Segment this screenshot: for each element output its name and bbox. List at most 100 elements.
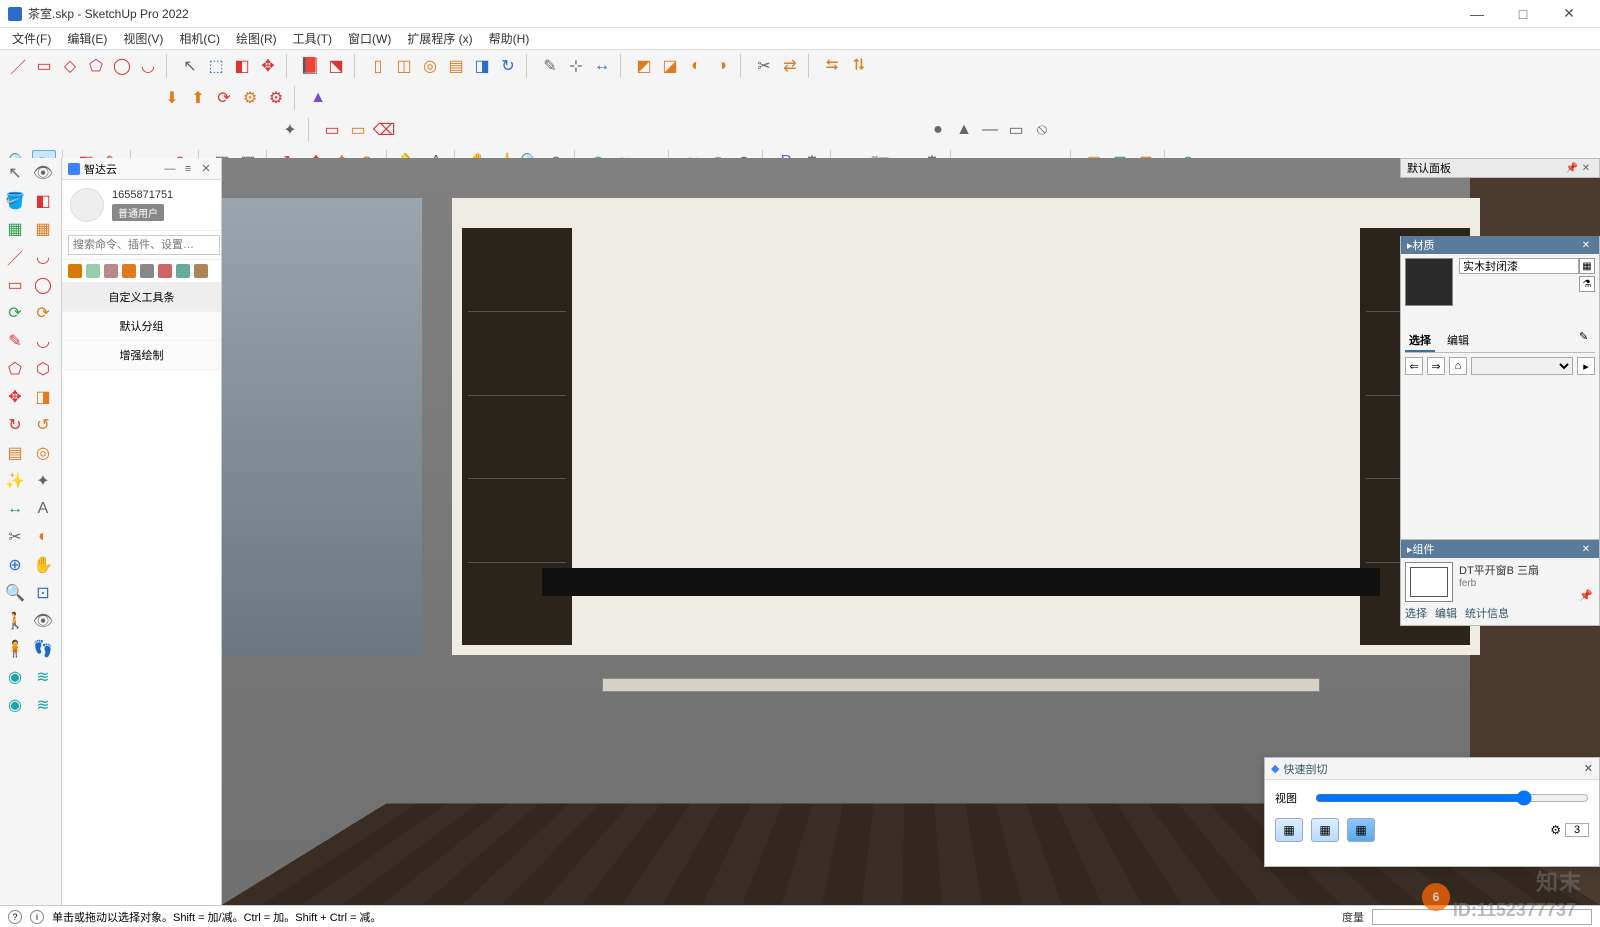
plugin-quick-1[interactable] <box>68 264 82 278</box>
left-shape2[interactable]: ▦ <box>30 216 56 242</box>
plugin-close-icon[interactable]: ✕ <box>197 162 215 175</box>
left-free[interactable]: ✎ <box>2 328 28 354</box>
section-gear-icon[interactable]: ⚙ <box>1550 823 1561 837</box>
measurement-input[interactable] <box>1372 909 1592 925</box>
pencil-free[interactable]: ✎ <box>538 54 562 78</box>
menu-camera[interactable]: 相机(C) <box>171 28 228 49</box>
material-create-icon[interactable]: ▦ <box>1579 258 1595 274</box>
left-ens1[interactable]: ◉ <box>2 664 28 690</box>
plugin-quick-8[interactable] <box>194 264 208 278</box>
gear2-tool[interactable]: ⚙ <box>264 86 288 110</box>
left-look[interactable]: 👁 <box>30 608 56 634</box>
left-zext[interactable]: ⊡ <box>30 580 56 606</box>
left-off[interactable]: ◎ <box>30 440 56 466</box>
left-scale[interactable]: ◨ <box>30 384 56 410</box>
plugin-quick-7[interactable] <box>176 264 190 278</box>
mirror-tool[interactable]: ⮁ <box>846 54 870 78</box>
left-orbit[interactable]: ⊕ <box>2 552 28 578</box>
left-pos2[interactable]: 👣 <box>30 636 56 662</box>
tray-close-icon[interactable]: ✕ <box>1579 163 1593 174</box>
components-tab-select[interactable]: 选择 <box>1405 605 1427 621</box>
tray-pin-icon[interactable]: 📌 <box>1565 163 1579 174</box>
left-cursor[interactable]: ↖ <box>2 160 28 186</box>
plugin-quick-3[interactable] <box>104 264 118 278</box>
walk-tool[interactable]: ◪ <box>658 54 682 78</box>
rectangle-tool[interactable]: ▭ <box>32 54 56 78</box>
followme-tool[interactable]: ▤ <box>444 54 468 78</box>
plugin-user[interactable]: 1655871751 普通用户 <box>62 180 221 231</box>
tape-tool[interactable]: 📕 <box>298 54 322 78</box>
left-dim[interactable]: ↔ <box>2 496 28 522</box>
edge-img[interactable]: ✂ <box>752 54 776 78</box>
section-count-input[interactable] <box>1565 823 1589 837</box>
plugin-list-item-1[interactable]: 自定义工具条 <box>62 283 221 312</box>
components-tab-stats[interactable]: 统计信息 <box>1465 605 1509 621</box>
components-panel-header[interactable]: ▸ 组件 ✕ <box>1401 540 1599 558</box>
left-shape[interactable]: ▦ <box>2 216 28 242</box>
left-ens3[interactable]: ◉ <box>2 692 28 718</box>
material-sample-icon[interactable]: ⚗ <box>1579 276 1595 292</box>
close-button[interactable]: ✕ <box>1546 0 1592 28</box>
left-rot4[interactable]: ↺ <box>30 412 56 438</box>
left-arc[interactable]: ◡ <box>30 244 56 270</box>
section-tool[interactable]: ◩ <box>632 54 656 78</box>
select-tool[interactable]: ↖ <box>178 54 202 78</box>
left-poly[interactable]: ⬠ <box>2 356 28 382</box>
component-pin-icon[interactable]: 📌 <box>1579 589 1595 605</box>
style-line[interactable]: — <box>978 118 1002 142</box>
arc-tool[interactable]: ◡ <box>136 54 160 78</box>
left-erase[interactable]: ◧ <box>30 188 56 214</box>
plugin-panel-header[interactable]: 智达云 — ≡ ✕ <box>62 158 221 180</box>
left-paint[interactable]: 🪣 <box>2 188 28 214</box>
menu-extensions[interactable]: 扩展程序 (x) <box>399 28 480 49</box>
menu-view[interactable]: 视图(V) <box>115 28 171 49</box>
plugin-menu-icon[interactable]: ≡ <box>179 163 197 175</box>
minimize-button[interactable]: — <box>1454 0 1500 28</box>
left-pos[interactable]: 🧍 <box>2 636 28 662</box>
offset-tool[interactable]: ◎ <box>418 54 442 78</box>
left-txt[interactable]: A <box>30 496 56 522</box>
plugin-list-item-3[interactable]: 增强绘制 <box>62 341 221 370</box>
edge-split[interactable]: ⇄ <box>778 54 802 78</box>
left-ens2[interactable]: ≋ <box>30 664 56 690</box>
tray-title[interactable]: 默认面板 📌 ✕ <box>1400 158 1600 178</box>
style-hide[interactable]: ⦸ <box>1030 118 1054 142</box>
plugin-quick-6[interactable] <box>158 264 172 278</box>
components-tab-edit[interactable]: 编辑 <box>1435 605 1457 621</box>
rotated-rect-tool[interactable]: ◇ <box>58 54 82 78</box>
import-tool[interactable]: ⬇ <box>160 86 184 110</box>
materials-library-select[interactable] <box>1471 357 1573 375</box>
settings-tool[interactable]: ⚙ <box>238 86 262 110</box>
left-pan[interactable]: ✋ <box>30 552 56 578</box>
eraser-tool[interactable]: ◧ <box>230 54 254 78</box>
menu-help[interactable]: 帮助(H) <box>481 28 538 49</box>
left-rot[interactable]: ⟳ <box>2 300 28 326</box>
status-help-icon[interactable]: ? <box>8 910 22 924</box>
mirror-h-tool[interactable]: ▲ <box>306 86 330 110</box>
plugin-quick-5[interactable] <box>140 264 154 278</box>
protractor-tool[interactable]: ⬔ <box>324 54 348 78</box>
left-push[interactable]: ▤ <box>2 440 28 466</box>
left-zoom[interactable]: 🔍 <box>2 580 28 606</box>
materials-detail-button[interactable]: ▸ <box>1577 357 1595 375</box>
left-axis[interactable]: ✦ <box>30 468 56 494</box>
pushpull-tool[interactable]: ◫ <box>392 54 416 78</box>
left-move[interactable]: ✥ <box>2 384 28 410</box>
materials-edit-icon[interactable]: ✎ <box>1579 330 1595 346</box>
left-walk[interactable]: 🚶 <box>2 608 28 634</box>
left-rect[interactable]: ▭ <box>2 272 28 298</box>
left-eye[interactable]: 👁 <box>30 160 56 186</box>
materials-home-button[interactable]: ⌂ <box>1449 357 1467 375</box>
material-name-input[interactable] <box>1459 258 1579 274</box>
paint-tool[interactable]: ▯ <box>366 54 390 78</box>
quick-section-header[interactable]: ◆ 快速剖切 ✕ <box>1265 758 1599 780</box>
flip-tool[interactable]: ⮀ <box>820 54 844 78</box>
maximize-button[interactable]: □ <box>1500 0 1546 28</box>
left-circ[interactable]: ◯ <box>30 272 56 298</box>
plugin-quick-2[interactable] <box>86 264 100 278</box>
style-tri[interactable]: ▲ <box>952 118 976 142</box>
lookaround-tool[interactable]: ◐ <box>684 54 708 78</box>
section-btn-3[interactable]: ▦ <box>1347 818 1375 842</box>
materials-back-button[interactable]: ⇐ <box>1405 357 1423 375</box>
left-sec[interactable]: ✂ <box>2 524 28 550</box>
